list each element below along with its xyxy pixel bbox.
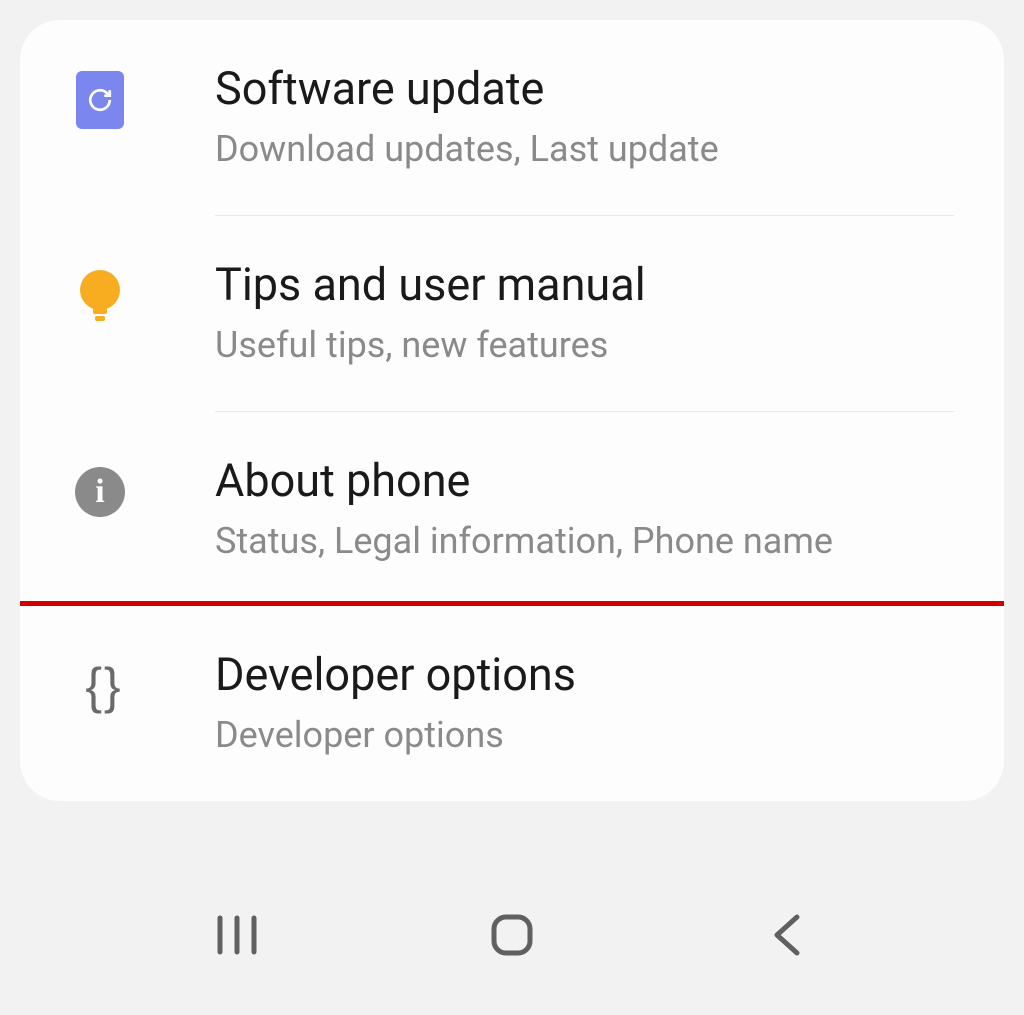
recents-button[interactable] xyxy=(197,905,277,965)
settings-item-software-update[interactable]: Software update Download updates, Last u… xyxy=(20,20,1004,215)
settings-item-text: Developer options Developer options xyxy=(215,648,974,759)
settings-item-about-phone[interactable]: i About phone Status, Legal information,… xyxy=(20,412,1004,607)
settings-item-title: About phone xyxy=(215,454,974,508)
settings-item-subtitle: Developer options xyxy=(215,712,974,759)
braces-icon: { } xyxy=(70,656,130,716)
settings-item-subtitle: Download updates, Last update xyxy=(215,126,974,173)
settings-card: Software update Download updates, Last u… xyxy=(20,20,1004,801)
settings-item-title: Software update xyxy=(215,62,974,116)
info-icon: i xyxy=(70,462,130,522)
settings-item-tips[interactable]: Tips and user manual Useful tips, new fe… xyxy=(20,216,1004,411)
settings-item-text: Tips and user manual Useful tips, new fe… xyxy=(215,258,974,369)
back-button[interactable] xyxy=(747,905,827,965)
settings-item-text: About phone Status, Legal information, P… xyxy=(215,454,974,565)
navigation-bar xyxy=(0,875,1024,995)
settings-item-subtitle: Status, Legal information, Phone name xyxy=(215,518,974,565)
settings-item-title: Tips and user manual xyxy=(215,258,974,312)
settings-item-text: Software update Download updates, Last u… xyxy=(215,62,974,173)
home-button[interactable] xyxy=(472,905,552,965)
bulb-icon xyxy=(70,266,130,326)
settings-item-subtitle: Useful tips, new features xyxy=(215,322,974,369)
settings-item-developer-options[interactable]: { } Developer options Developer options xyxy=(20,601,1004,801)
settings-item-title: Developer options xyxy=(215,648,974,702)
refresh-icon xyxy=(70,70,130,130)
